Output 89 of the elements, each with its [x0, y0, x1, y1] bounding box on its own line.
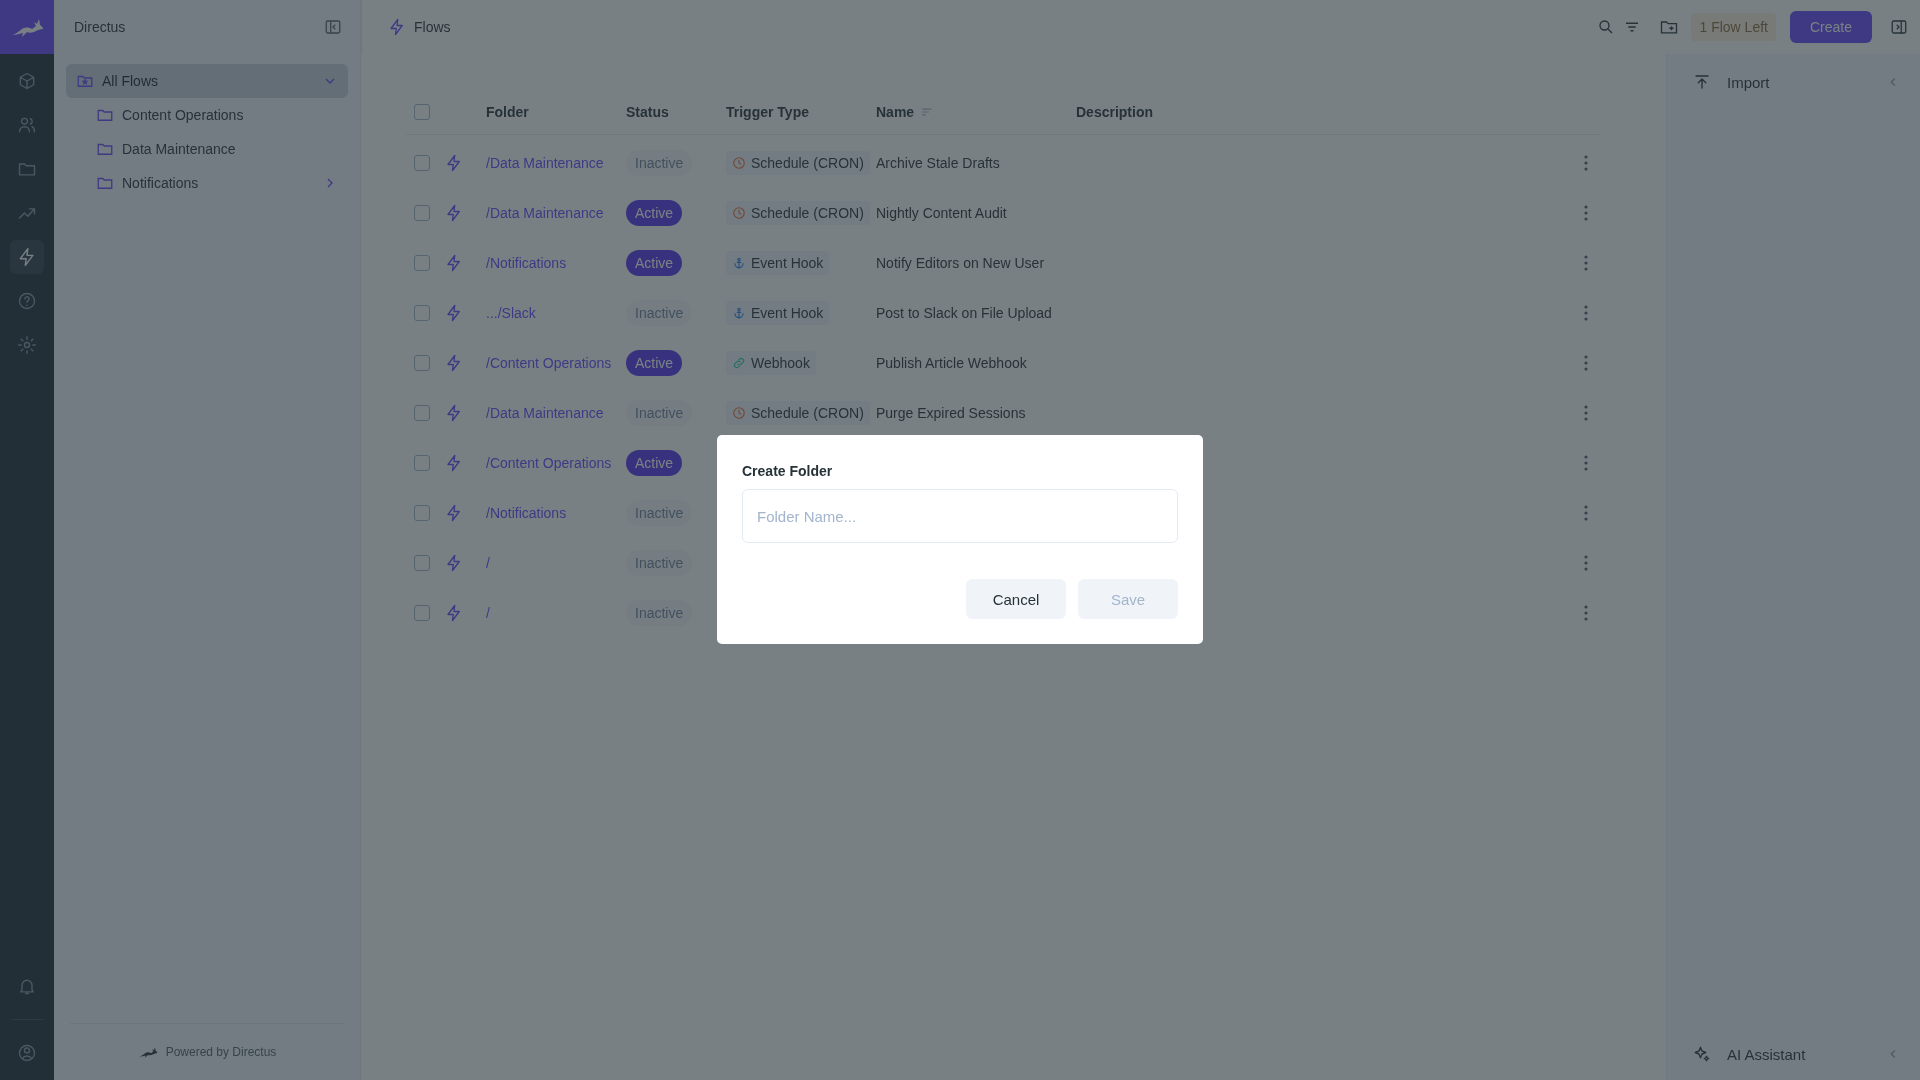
more-icon[interactable] [1584, 405, 1588, 421]
flow-name: Archive Stale Drafts [876, 155, 1000, 171]
bolt-icon [445, 304, 463, 322]
flow-name: Nightly Content Audit [876, 205, 1007, 221]
row-checkbox[interactable] [414, 155, 430, 171]
more-icon[interactable] [1584, 555, 1588, 571]
row-checkbox[interactable] [414, 355, 430, 371]
bolt-icon [445, 554, 463, 572]
trigger-badge: Webhook [726, 351, 816, 375]
more-icon[interactable] [1584, 455, 1588, 471]
flow-name: Post to Slack on File Upload [876, 305, 1052, 321]
folder-name-field[interactable]: Folder Name... [742, 489, 1178, 543]
folder-link[interactable]: / [486, 555, 490, 571]
folder-link[interactable]: /Content Operations [486, 455, 612, 471]
folder-link[interactable]: .../Slack [486, 305, 536, 321]
more-icon[interactable] [1584, 355, 1588, 371]
row-checkbox[interactable] [414, 255, 430, 271]
folder-link[interactable]: /Data Maintenance [486, 155, 604, 171]
trigger-badge: Schedule (CRON) [726, 151, 870, 175]
column-header[interactable]: Status [626, 103, 669, 120]
row-checkbox[interactable] [414, 205, 430, 221]
folder-link[interactable]: /Data Maintenance [486, 205, 604, 221]
panel-toggle-icon[interactable] [1890, 18, 1908, 36]
column-header[interactable]: Name [876, 103, 915, 120]
row-checkbox[interactable] [414, 455, 430, 471]
nav-item[interactable]: Content Operations [66, 98, 348, 132]
bolt-icon [445, 254, 463, 272]
trigger-badge: Schedule (CRON) [726, 401, 870, 425]
row-checkbox[interactable] [414, 605, 430, 621]
more-icon[interactable] [1584, 505, 1588, 521]
upload-icon [1693, 73, 1711, 91]
bolt-icon [445, 204, 463, 222]
more-icon[interactable] [1584, 255, 1588, 271]
nav-item[interactable]: Notifications [66, 166, 348, 200]
powered-by-text: Powered by Directus [165, 1045, 277, 1059]
folder-link[interactable]: /Content Operations [486, 355, 612, 371]
bolt-icon[interactable] [10, 240, 44, 274]
bolt-icon [445, 154, 463, 172]
status-badge: Active [626, 250, 683, 276]
anchor-icon [732, 256, 746, 270]
folder-link[interactable]: /Data Maintenance [486, 405, 604, 421]
more-icon[interactable] [1584, 305, 1588, 321]
sparkle-icon [1693, 1045, 1711, 1063]
cancel-button[interactable]: Cancel [966, 579, 1066, 619]
bolt-icon [388, 18, 406, 36]
row-checkbox[interactable] [414, 505, 430, 521]
status-badge: Active [626, 450, 683, 476]
sidebar-toggle-icon[interactable] [324, 18, 342, 36]
folder-link[interactable]: /Notifications [486, 505, 567, 521]
flows-left-badge: 1 Flow Left [1691, 13, 1776, 41]
bolt-icon [445, 454, 463, 472]
project-name: Directus [74, 19, 126, 35]
clock-icon [732, 406, 746, 420]
link-icon [732, 356, 746, 370]
row-checkbox[interactable] [414, 305, 430, 321]
sidebar-panel-header[interactable]: AI Assistant [1667, 1040, 1920, 1068]
select-all-checkbox[interactable] [414, 103, 430, 120]
row-checkbox[interactable] [414, 405, 430, 421]
status-badge: Active [626, 350, 683, 376]
page-title: Flows [414, 19, 451, 35]
bolt-icon [445, 354, 463, 372]
bolt-icon [445, 604, 463, 622]
more-icon[interactable] [1584, 205, 1588, 221]
more-icon[interactable] [1584, 605, 1588, 621]
dialog-title: Create Folder [742, 463, 834, 479]
status-badge: Active [626, 200, 683, 226]
anchor-icon [732, 306, 746, 320]
clock-icon [732, 156, 746, 170]
column-header[interactable]: Description [1076, 103, 1153, 120]
nav-item[interactable]: All Flows [66, 64, 348, 98]
flow-name: Purge Expired Sessions [876, 405, 1026, 421]
trigger-badge: Event Hook [726, 251, 830, 275]
column-header[interactable]: Folder [486, 103, 529, 120]
column-header[interactable]: Trigger Type [726, 103, 809, 120]
folder-link[interactable]: / [486, 605, 490, 621]
bolt-icon [445, 404, 463, 422]
row-checkbox[interactable] [414, 555, 430, 571]
flow-name: Publish Article Webhook [876, 355, 1027, 371]
more-icon[interactable] [1584, 155, 1588, 171]
trigger-badge: Schedule (CRON) [726, 201, 870, 225]
trigger-badge: Event Hook [726, 301, 830, 325]
create-button[interactable]: Create [1789, 11, 1872, 43]
sidebar-panel-header[interactable]: Import [1667, 68, 1920, 96]
folder-link[interactable]: /Notifications [486, 255, 567, 271]
logo[interactable] [0, 0, 54, 54]
flow-name: Notify Editors on New User [876, 255, 1045, 271]
nav-item[interactable]: Data Maintenance [66, 132, 348, 166]
bolt-icon [445, 504, 463, 522]
clock-icon [732, 206, 746, 220]
